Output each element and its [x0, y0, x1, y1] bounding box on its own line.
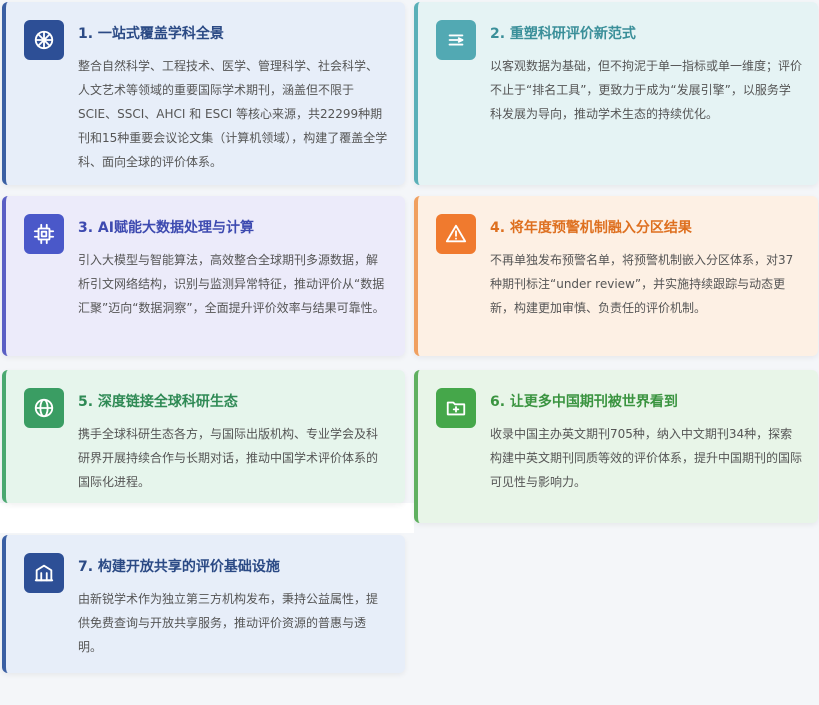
warning-icon	[436, 214, 476, 254]
feature-card-2: 2. 重塑科研评价新范式 以客观数据为基础，但不拘泥于单一指标或单一维度；评价不…	[414, 2, 818, 185]
card-title: 1. 一站式覆盖学科全景	[78, 26, 224, 42]
card-title: 3. AI赋能大数据处理与计算	[78, 220, 254, 236]
feature-card-6: 6. 让更多中国期刊被世界看到 收录中国主办英文期刊705种，纳入中文期刊34种…	[414, 370, 818, 523]
card-body: 携手全球科研生态各方，与国际出版机构、专业学会及科研界开展持续合作与长期对话，推…	[78, 427, 379, 489]
card-title: 5. 深度链接全球科研生态	[78, 394, 238, 410]
section-gap	[0, 503, 414, 533]
feature-card-1: 1. 一站式覆盖学科全景 整合自然科学、工程技术、医学、管理科学、社会科学、人文…	[2, 2, 405, 185]
card-body: 收录中国主办英文期刊705种，纳入中文期刊34种，探索构建中英文期刊同质等效的评…	[490, 427, 803, 489]
globe-icon	[24, 388, 64, 428]
card-body: 以客观数据为基础，但不拘泥于单一指标或单一维度；评价不止于“排名工具”，更致力于…	[490, 59, 803, 121]
feature-card-4: 4. 将年度预警机制融入分区结果 不再单独发布预警名单，将预警机制嵌入分区体系，…	[414, 196, 818, 356]
folder-plus-icon	[436, 388, 476, 428]
feature-card-7: 7. 构建开放共享的评价基础设施 由新锐学术作为独立第三方机构发布，秉持公益属性…	[2, 535, 405, 673]
card-body: 不再单独发布预警名单，将预警机制嵌入分区体系，对37种期刊标注“under re…	[490, 253, 794, 315]
route-icon	[436, 20, 476, 60]
feature-card-5: 5. 深度链接全球科研生态 携手全球科研生态各方，与国际出版机构、专业学会及科研…	[2, 370, 405, 503]
card-body: 引入大模型与智能算法，高效整合全球期刊多源数据，解析引文网络结构，识别与监测异常…	[78, 253, 385, 315]
card-title: 7. 构建开放共享的评价基础设施	[78, 559, 280, 575]
card-body: 由新锐学术作为独立第三方机构发布，秉持公益属性，提供免费查询与开放共享服务，推动…	[78, 592, 379, 654]
feature-card-3: 3. AI赋能大数据处理与计算 引入大模型与智能算法，高效整合全球期刊多源数据，…	[2, 196, 405, 356]
card-body: 整合自然科学、工程技术、医学、管理科学、社会科学、人文艺术等领域的重要国际学术期…	[78, 59, 388, 169]
card-title: 2. 重塑科研评价新范式	[490, 26, 636, 42]
building-icon	[24, 553, 64, 593]
chip-icon	[24, 214, 64, 254]
card-title: 6. 让更多中国期刊被世界看到	[490, 394, 678, 410]
compass-icon	[24, 20, 64, 60]
card-title: 4. 将年度预警机制融入分区结果	[490, 220, 692, 236]
